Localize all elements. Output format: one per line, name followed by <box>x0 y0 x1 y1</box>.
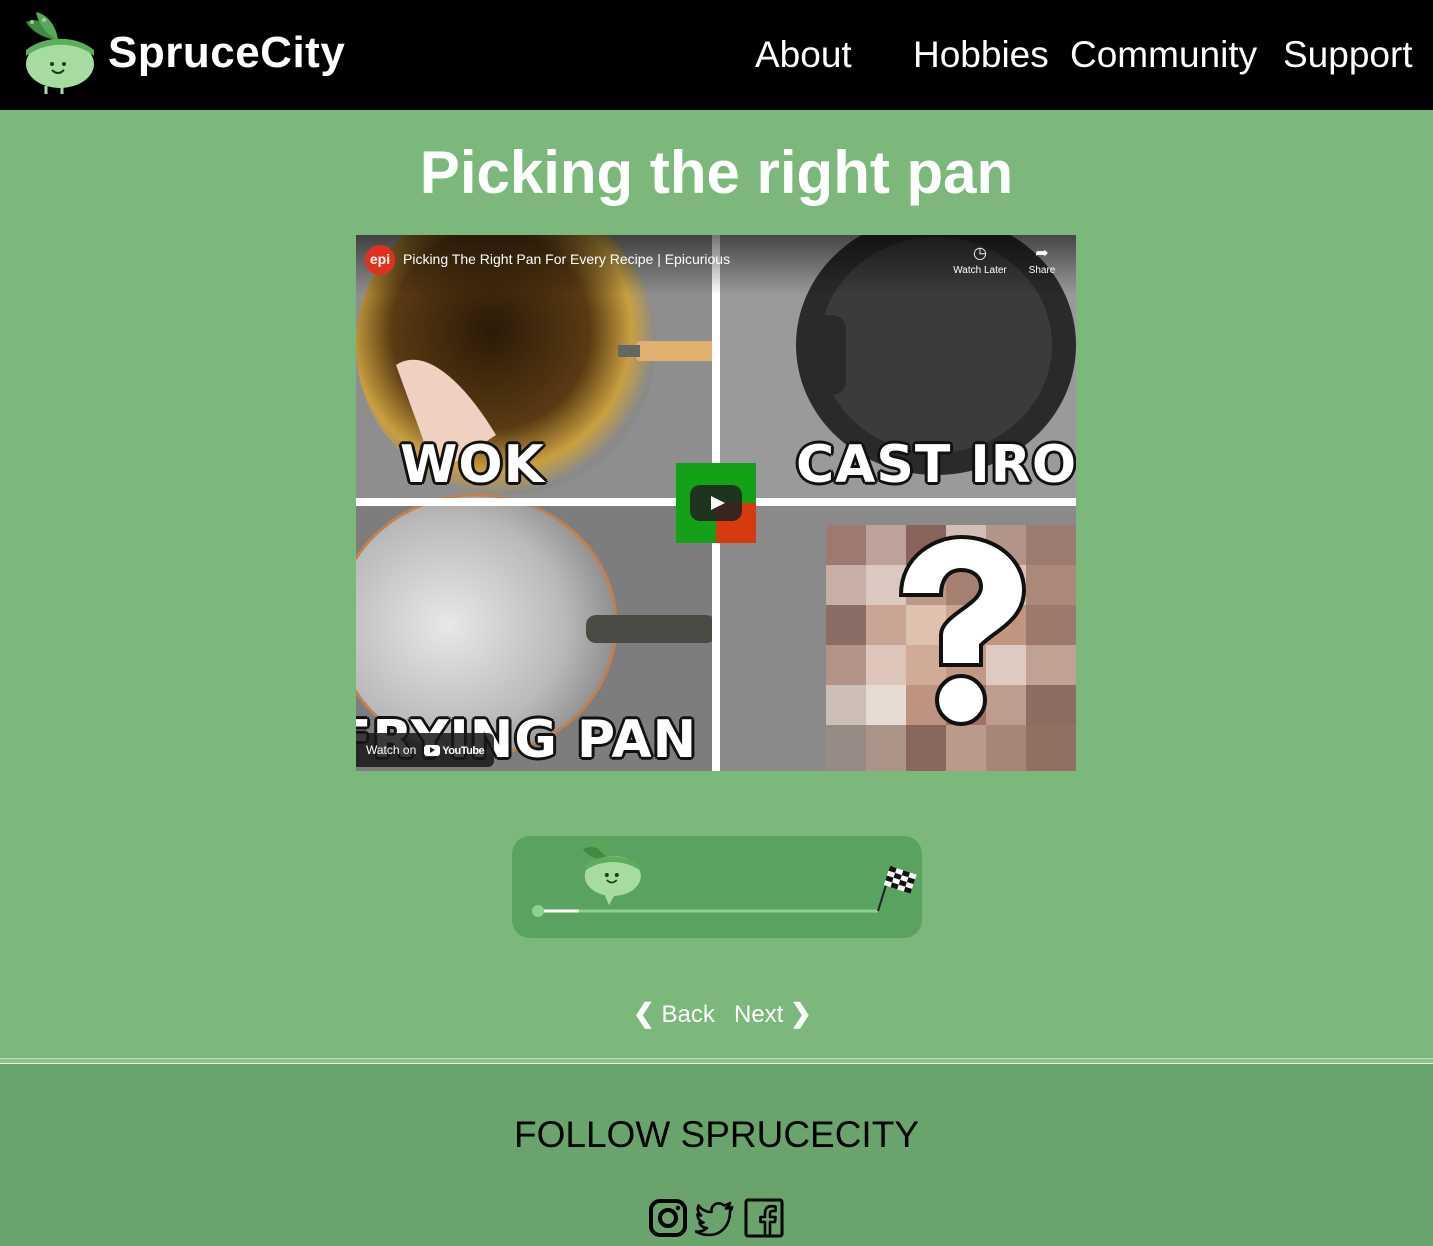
back-label: Back <box>661 1001 715 1028</box>
facebook-icon[interactable] <box>744 1198 784 1238</box>
next-label: Next <box>734 1001 784 1028</box>
finish-flag-icon <box>877 865 917 912</box>
twitter-icon[interactable] <box>695 1198 735 1238</box>
nav-community[interactable]: Community <box>1070 34 1257 76</box>
nav-hobbies[interactable]: Hobbies <box>913 34 1049 76</box>
back-button[interactable]: ❮ Back <box>633 998 715 1029</box>
clock-icon: ◷ <box>973 245 987 262</box>
youtube-logo-icon <box>424 745 441 757</box>
share-arrow-icon: ➦ <box>1035 245 1049 262</box>
share-label: Share <box>1028 265 1056 276</box>
chevron-left-icon: ❮ <box>633 998 655 1028</box>
site-footer: FOLLOW SPRUCECITY <box>0 1064 1433 1246</box>
share-button[interactable]: ➦ Share <box>1022 243 1062 276</box>
youtube-video-embed[interactable]: WOK CAST IRON FRYING PAN epi Picking The… <box>356 235 1076 771</box>
youtube-wordmark: YouTube <box>442 745 485 757</box>
page-title: Picking the right pan <box>419 139 1014 206</box>
watch-later-label: Watch Later <box>953 265 1007 276</box>
video-title[interactable]: Picking The Right Pan For Every Recipe |… <box>403 251 730 267</box>
progress-start-dot <box>532 905 544 917</box>
watch-on-label: Watch on <box>366 743 417 757</box>
follow-heading: FOLLOW SPRUCECITY <box>514 1114 919 1155</box>
progress-tracker <box>512 836 922 938</box>
watch-later-button[interactable]: ◷ Watch Later <box>948 243 1012 276</box>
next-button[interactable]: Next ❯ <box>734 998 812 1029</box>
brand-name[interactable]: SpruceCity <box>108 28 345 78</box>
chevron-right-icon: ❯ <box>790 998 812 1028</box>
site-header: SpruceCity About Hobbies Community Suppo… <box>0 0 1433 110</box>
play-icon[interactable] <box>690 485 742 521</box>
nav-support[interactable]: Support <box>1283 34 1413 76</box>
label-cast-iron: CAST IRON <box>796 435 1076 495</box>
nav-about[interactable]: About <box>755 34 852 76</box>
channel-avatar[interactable]: epi <box>365 245 395 275</box>
spruce-logo-icon[interactable] <box>18 10 98 96</box>
watch-on-youtube-button[interactable]: Watch on YouTube <box>356 733 495 767</box>
label-wok: WOK <box>400 435 545 495</box>
mascot-runner-icon <box>582 837 641 905</box>
instagram-icon[interactable] <box>648 1198 688 1238</box>
